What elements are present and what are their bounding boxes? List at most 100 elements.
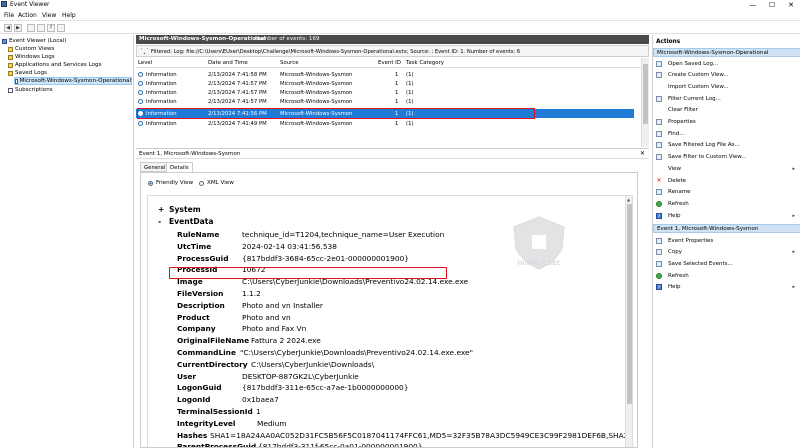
events-scrollbar[interactable] [641,58,649,147]
scrollbar-thumb[interactable] [627,204,632,404]
action-filter-current-log[interactable]: Filter Current Log... [653,94,800,103]
event-row[interactable]: Information 2/13/2024 7:41:57 PM Microso… [136,97,634,106]
tab-general[interactable]: General [140,162,170,172]
action-save-filter-to-custom-view[interactable]: Save Filter to Custom View... [653,153,800,162]
event-source: Microsoft-Windows-Sysmon [280,121,353,127]
help-icon: ? [656,284,662,291]
help-icon[interactable]: ? [47,24,55,32]
event-level: Information [146,81,177,87]
up-folder-icon[interactable] [27,24,35,32]
tab-details[interactable]: Details [166,162,193,172]
action-refresh[interactable]: Refresh [653,199,800,208]
action-create-custom-view[interactable]: Create Custom View... [653,71,800,80]
column-event-id[interactable]: Event ID [378,60,401,66]
filter-icon [141,48,148,54]
event-data-value: 1 [256,407,261,416]
action-save-selected-events[interactable]: Save Selected Events... [653,259,800,268]
details-panel: Friendly View XML View + System - EventD… [140,172,638,448]
scrollbar-thumb[interactable] [643,64,648,124]
menu-help[interactable]: Help [62,12,76,19]
close-detail-icon[interactable]: ✕ [640,150,645,157]
xml-view-radio[interactable]: XML View [199,180,234,186]
back-icon[interactable]: ◀ [4,24,12,32]
column-date-time[interactable]: Date and Time [208,60,248,66]
action-label: Clear Filter [668,107,698,114]
tree-item-applications-services-logs[interactable]: Applications and Services Logs [8,61,102,69]
events-grid-header: Level Date and Time Source Event ID Task… [136,58,649,68]
rename-icon [656,189,662,196]
radio-selected-icon [148,180,153,186]
event-row[interactable]: Information 2/13/2024 7:41:57 PM Microso… [136,88,634,97]
friendly-view-radio[interactable]: Friendly View [148,180,193,186]
action-copy[interactable]: Copy ▸ [653,248,800,257]
event-data-value: "C:\Users\CyberJunkie\Downloads\Preventi… [240,348,473,357]
system-expand-toggle[interactable]: + [158,205,164,214]
event-datetime: 2/13/2024 7:41:57 PM [208,99,267,105]
action-label: Open Saved Log... [668,60,719,67]
actions-title: Actions [656,39,681,45]
event-data-value: 2024-02-14 03:41:56.538 [242,241,337,251]
open-log-icon [656,60,662,67]
action-help[interactable]: ? Help ▸ [653,211,800,220]
actions-group-log-header[interactable]: Microsoft-Windows-Sysmon-Operational [653,48,800,57]
event-task: (1) [406,90,414,96]
event-data-value: Photo and vn Installer [242,300,323,310]
event-data-key: Company [177,324,216,334]
console-tree: Event Viewer (Local) Custom Views Window… [0,35,134,448]
action-label: Properties [668,119,696,125]
event-id: 1 [395,121,399,127]
column-source[interactable]: Source [280,60,299,66]
action-help[interactable]: ? Help ▸ [653,283,800,292]
event-row[interactable]: Information 2/13/2024 7:41:57 PM Microso… [136,79,634,88]
event-datetime: 2/13/2024 7:41:49 PM [208,121,267,127]
eventdata-collapse-toggle[interactable]: - [158,217,161,226]
tree-item-label: Subscriptions [15,87,53,93]
action-open-saved-log[interactable]: Open Saved Log... [653,59,800,68]
event-data-value: C:\Users\CyberJunkie\Downloads\ [251,359,375,369]
show-tree-icon[interactable] [37,24,45,32]
action-find[interactable]: Find... [653,129,800,138]
folder-icon [8,62,13,68]
tree-item-sysmon-operational[interactable]: Microsoft-Windows-Sysmon-Operational [14,77,132,85]
column-task-category[interactable]: Task Category [406,60,444,66]
menu-view[interactable]: View [42,12,56,19]
minimize-button[interactable]: — [744,0,762,10]
close-button[interactable]: ✕ [782,0,800,10]
action-label: Help [668,212,681,219]
actions-group-event-header[interactable]: Event 1, Microsoft-Windows-Sysmon [653,224,800,233]
event-row[interactable]: Information 2/13/2024 7:41:49 PM Microso… [136,119,634,128]
action-refresh[interactable]: Refresh [653,271,800,280]
tree-item-custom-views[interactable]: Custom Views [8,45,54,53]
eventdata-section[interactable]: EventData [169,217,214,226]
scroll-up-icon[interactable]: ▲ [627,197,630,202]
menu-action[interactable]: Action [18,12,37,19]
action-rename[interactable]: Rename [653,188,800,197]
action-event-properties[interactable]: Event Properties [653,236,800,245]
action-delete[interactable]: ✕ Delete [653,176,800,185]
tree-item-saved-logs[interactable]: Saved Logs [8,69,47,77]
action-label: Refresh [668,200,689,207]
maximize-button[interactable]: ☐ [763,0,781,10]
action-label: Save Filtered Log File As... [668,142,740,149]
tree-item-subscriptions[interactable]: Subscriptions [8,86,53,94]
details-scrollbar[interactable]: ▲ [625,196,632,447]
computer-icon [2,38,7,44]
center-pane: Microsoft-Windows-Sysmon-Operational Num… [136,35,649,448]
system-section[interactable]: System [169,205,201,214]
column-level[interactable]: Level [138,60,152,66]
event-viewer-app-icon [1,1,7,7]
tree-item-event-viewer-local[interactable]: Event Viewer (Local) [2,37,66,45]
action-clear-filter[interactable]: Clear Filter [653,106,800,115]
action-save-filtered-log-file-as[interactable]: Save Filtered Log File As... [653,141,800,150]
action-label: Help [668,284,681,291]
menu-file[interactable]: File [4,12,14,19]
forward-icon[interactable]: ▶ [14,24,22,32]
action-view[interactable]: View ▸ [653,164,800,173]
event-data-value: Photo and Fax Vn [242,324,307,334]
tree-item-windows-logs[interactable]: Windows Logs [8,53,55,61]
event-row[interactable]: Information 2/13/2024 7:41:58 PM Microso… [136,70,634,79]
watermark-text: HUMBLE SEC [517,260,561,267]
action-properties[interactable]: Properties [653,118,800,127]
action-import-custom-view[interactable]: Import Custom View... [653,82,800,91]
show-action-pane-icon[interactable] [57,24,65,32]
